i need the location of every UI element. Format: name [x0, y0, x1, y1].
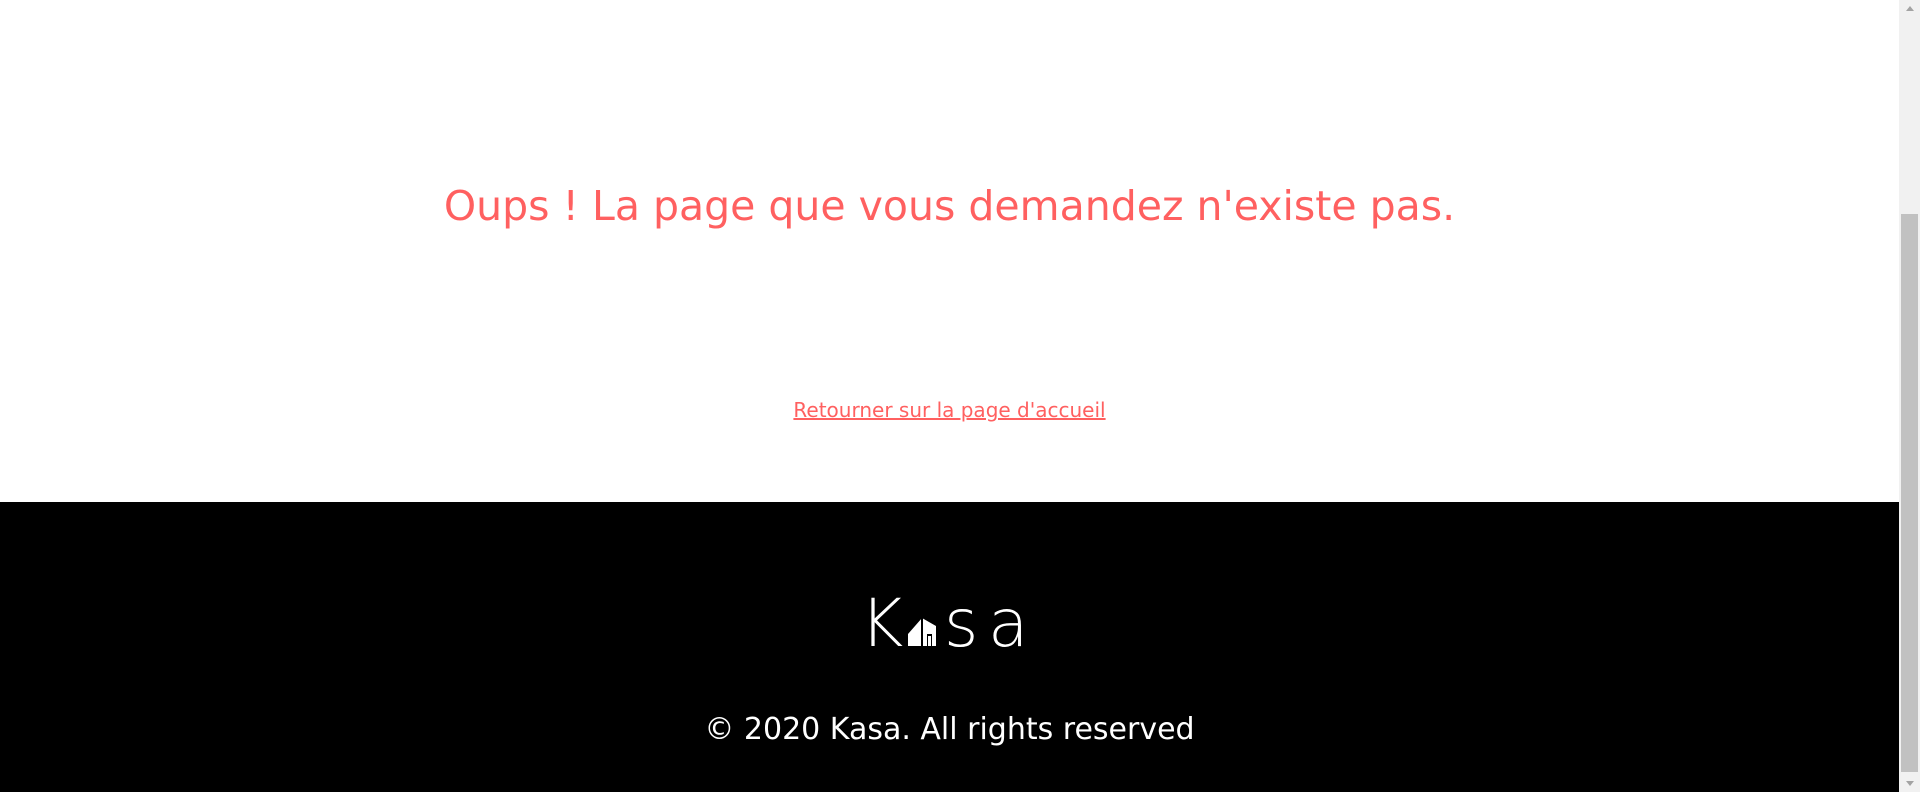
footer-logo: K s a	[0, 582, 1899, 662]
chevron-up-icon	[1905, 6, 1914, 11]
kasa-logo: K s a	[860, 590, 1028, 654]
house-icon	[907, 618, 936, 646]
logo-letter-k: K	[860, 590, 903, 654]
logo-letter-a: a	[988, 590, 1028, 654]
chevron-down-icon	[1905, 781, 1914, 786]
error-message: Oups ! La page que vous demandez n'exist…	[443, 182, 1456, 230]
home-link-container: Retourner sur la page d'accueil	[0, 396, 1899, 426]
error-page: Oups ! La page que vous demandez n'exist…	[0, 0, 1899, 792]
home-link[interactable]: Retourner sur la page d'accueil	[793, 398, 1105, 422]
logo-letter-s: s	[944, 590, 978, 654]
scroll-down-button[interactable]	[1899, 775, 1920, 792]
browser-viewport: Oups ! La page que vous demandez n'exist…	[0, 0, 1920, 792]
scrollbar-thumb[interactable]	[1901, 214, 1918, 772]
footer: K s a © 2020 Kasa. All rights reserved	[0, 502, 1899, 792]
footer-copyright: © 2020 Kasa. All rights reserved	[704, 712, 1195, 747]
vertical-scrollbar[interactable]	[1899, 0, 1920, 792]
scroll-up-button[interactable]	[1899, 0, 1920, 17]
